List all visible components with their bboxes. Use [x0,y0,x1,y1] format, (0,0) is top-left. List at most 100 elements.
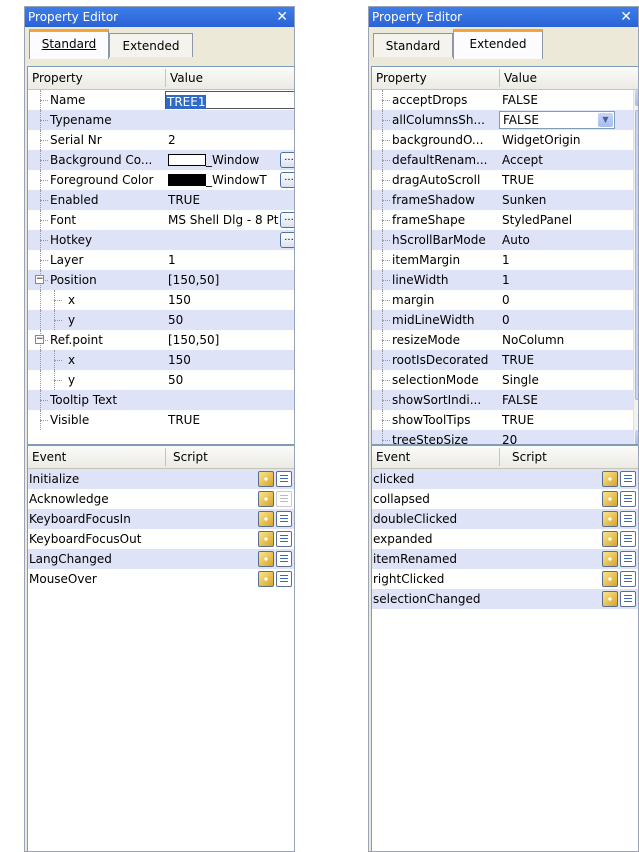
property-row[interactable]: margin 0 [372,290,638,310]
property-row[interactable]: resizeMode NoColumn [372,330,638,350]
wizard-wand-icon[interactable] [602,511,618,527]
property-row[interactable]: Enabled TRUE [28,190,294,210]
property-row[interactable]: y 50 [28,310,294,330]
wizard-wand-icon[interactable] [258,571,274,587]
property-row[interactable]: Serial Nr 2 [28,130,294,150]
scroll-thumb[interactable] [635,110,638,400]
property-row[interactable]: frameShape StyledPanel [372,210,638,230]
column-header-event[interactable]: Event [32,450,66,464]
tab-standard[interactable]: Standard [29,29,109,59]
event-row[interactable]: Acknowledge [28,489,294,509]
ellipsis-icon[interactable]: ... [280,232,294,248]
property-row[interactable]: Visible TRUE [28,410,294,430]
property-value[interactable]: NoColumn [502,330,564,350]
vertical-scrollbar[interactable]: ▲ ▼ [633,90,638,444]
property-row[interactable]: dragAutoScroll TRUE [372,170,638,190]
column-header-property[interactable]: Property [376,71,427,85]
event-row[interactable]: expanded [372,529,638,549]
tab-extended[interactable]: Extended [109,33,193,57]
property-row[interactable]: acceptDrops FALSE [372,90,638,110]
event-row[interactable]: collapsed [372,489,638,509]
script-icon[interactable] [620,551,636,567]
script-icon[interactable] [620,511,636,527]
event-row[interactable]: rightClicked [372,569,638,589]
property-value[interactable]: Single [502,370,539,390]
property-row[interactable]: − Position [150,50] [28,270,294,290]
property-row[interactable]: − Ref.point [150,50] [28,330,294,350]
property-value[interactable]: 0 [502,310,510,330]
script-icon[interactable] [620,531,636,547]
script-icon[interactable] [276,551,292,567]
property-value[interactable]: 1 [168,250,176,270]
property-row[interactable]: itemMargin 1 [372,250,638,270]
wizard-wand-icon[interactable] [602,531,618,547]
script-icon[interactable] [276,531,292,547]
property-row[interactable]: midLineWidth 0 [372,310,638,330]
wizard-wand-icon[interactable] [602,471,618,487]
close-icon[interactable]: ✕ [276,7,288,27]
ellipsis-icon[interactable]: ... [280,152,294,168]
property-value[interactable]: 20 [502,430,517,444]
property-row[interactable]: hScrollBarMode Auto [372,230,638,250]
property-value[interactable]: TRUE [502,350,534,370]
tab-extended[interactable]: Extended [453,29,543,59]
property-row[interactable]: lineWidth 1 [372,270,638,290]
script-icon[interactable] [620,591,636,607]
script-icon[interactable] [620,471,636,487]
close-icon[interactable]: ✕ [620,7,632,27]
property-value[interactable]: Accept [502,150,543,170]
wizard-wand-icon[interactable] [258,551,274,567]
collapse-icon[interactable]: − [35,335,44,344]
event-row[interactable]: Initialize [28,469,294,489]
property-value[interactable]: [150,50] [168,270,219,290]
property-row[interactable]: y 50 [28,370,294,390]
chevron-down-icon[interactable]: ▼ [598,113,613,127]
scroll-down-icon[interactable]: ▼ [635,430,638,444]
property-value[interactable]: TRUE [502,410,534,430]
property-row[interactable]: backgroundO... WidgetOrigin [372,130,638,150]
property-row[interactable]: x 150 [28,350,294,370]
property-value[interactable]: Sunken [502,190,546,210]
property-row[interactable]: showSortIndi... FALSE [372,390,638,410]
property-value[interactable]: 0 [502,290,510,310]
property-row[interactable]: Background Co... _Window... [28,150,294,170]
property-value-input[interactable]: TREE1 [165,91,294,109]
column-header-script[interactable]: Script [512,450,547,464]
tab-standard[interactable]: Standard [373,33,453,57]
property-row[interactable]: frameShadow Sunken [372,190,638,210]
property-row[interactable]: Foreground Color _WindowT... [28,170,294,190]
property-row[interactable]: Font MS Shell Dlg - 8 Pt... [28,210,294,230]
event-row[interactable]: itemRenamed [372,549,638,569]
event-row[interactable]: KeyboardFocusOut [28,529,294,549]
property-row[interactable]: Name TREE1 [28,90,294,110]
wizard-wand-icon[interactable] [602,591,618,607]
wizard-wand-icon[interactable] [258,531,274,547]
property-value[interactable]: 150 [168,290,191,310]
wizard-wand-icon[interactable] [258,471,274,487]
property-value-dropdown[interactable]: FALSE ▼ [499,111,615,129]
column-header-value[interactable]: Value [504,71,537,85]
property-value[interactable]: 50 [168,310,183,330]
column-header-value[interactable]: Value [170,71,203,85]
property-row[interactable]: treeStepSize 20 [372,430,638,444]
property-value[interactable]: 2 [168,130,176,150]
wizard-wand-icon[interactable] [258,511,274,527]
column-header-script[interactable]: Script [173,450,208,464]
property-row[interactable]: Tooltip Text [28,390,294,410]
script-icon[interactable] [620,571,636,587]
script-icon[interactable] [276,471,292,487]
wizard-wand-icon[interactable] [258,491,274,507]
property-value[interactable]: 1 [502,270,510,290]
property-value[interactable]: TRUE [168,410,200,430]
property-value[interactable]: 50 [168,370,183,390]
event-row[interactable]: clicked [372,469,638,489]
property-value[interactable]: TRUE [168,190,200,210]
property-row[interactable]: allColumnsSh... FALSE ▼ [372,110,638,130]
property-row[interactable]: selectionMode Single [372,370,638,390]
wizard-wand-icon[interactable] [602,551,618,567]
wizard-wand-icon[interactable] [602,571,618,587]
column-header-event[interactable]: Event [376,450,410,464]
property-value[interactable]: [150,50] [168,330,219,350]
property-row[interactable]: Layer 1 [28,250,294,270]
property-value[interactable]: 1 [502,250,510,270]
